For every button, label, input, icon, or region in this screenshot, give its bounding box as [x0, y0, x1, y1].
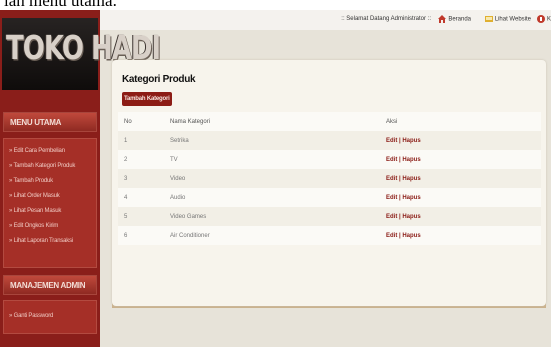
table-row: 5 Video Games Edit | Hapus — [118, 207, 541, 226]
cell-no: 1 — [124, 137, 128, 144]
edit-hapus-link[interactable]: Edit | Hapus — [380, 169, 541, 188]
cell-name: Video — [170, 175, 186, 182]
table-row: 1 Setrika Edit | Hapus — [118, 131, 541, 150]
website-icon — [484, 16, 493, 22]
cell-no: 3 — [124, 175, 128, 182]
content-panel: Kategori Produk Tambah Kategori No Nama … — [112, 60, 546, 306]
menu-item-edit-cara-pembelian[interactable]: » Edit Cara Pembelian — [4, 144, 96, 159]
admin-window: TOKO HADI MENU UTAMA » Edit Cara Pembeli… — [0, 10, 551, 347]
beranda-link[interactable]: Beranda — [438, 15, 471, 23]
menu-utama-list: » Edit Cara Pembelian » Tambah Kategori … — [3, 138, 97, 268]
add-category-button[interactable]: Tambah Kategori — [122, 92, 172, 106]
category-table: No Nama Kategori Aksi 1 Setrika Edit | H… — [118, 112, 541, 245]
table-row: 2 TV Edit | Hapus — [118, 150, 541, 169]
cell-name: TV — [170, 156, 178, 163]
menu-item-lihat-pesan-masuk[interactable]: » Lihat Pesan Masuk — [4, 204, 96, 219]
cell-name: Audio — [170, 194, 186, 201]
edit-hapus-link[interactable]: Edit | Hapus — [380, 207, 541, 226]
menu-item-lihat-laporan-transaksi[interactable]: » Lihat Laporan Transaksi — [4, 234, 96, 249]
edit-hapus-link[interactable]: Edit | Hapus — [380, 226, 541, 245]
menu-item-tambah-produk[interactable]: » Tambah Produk — [4, 174, 96, 189]
logout-icon — [536, 15, 545, 23]
table-row: 4 Audio Edit | Hapus — [118, 188, 541, 207]
manajemen-admin-header: MANAJEMEN ADMIN — [3, 275, 97, 295]
edit-hapus-link[interactable]: Edit | Hapus — [380, 150, 541, 169]
cell-name: Video Games — [170, 213, 207, 220]
logo[interactable]: TOKO HADI — [2, 18, 161, 90]
header-nama-kategori: Nama Kategori — [170, 118, 211, 125]
welcome-text: :: Selamat Datang Administrator :: — [341, 16, 431, 22]
top-bar: :: Selamat Datang Administrator :: Beran… — [100, 10, 551, 30]
menu-item-lihat-order-masuk[interactable]: » Lihat Order Masuk — [4, 189, 96, 204]
sidebar: TOKO HADI MENU UTAMA » Edit Cara Pembeli… — [0, 10, 161, 347]
keluar-label: K — [546, 16, 551, 23]
menu-item-edit-ongkos-kirim[interactable]: » Edit Ongkos Kirim — [4, 219, 96, 234]
header-no: No — [124, 118, 132, 125]
beranda-label: Beranda — [448, 16, 471, 23]
cell-name: Air Conditioner — [170, 232, 210, 239]
keluar-link[interactable]: K — [536, 15, 551, 23]
cell-no: 2 — [124, 156, 128, 163]
menu-item-tambah-kategori-produk[interactable]: » Tambah Kategori Produk — [4, 159, 96, 174]
menu-item-ganti-password[interactable]: » Ganti Password — [4, 309, 96, 324]
lihat-website-label: Lihat Website — [494, 16, 531, 23]
table-header-row: No Nama Kategori Aksi — [118, 112, 541, 131]
cell-no: 6 — [124, 232, 128, 239]
manajemen-admin-list: » Ganti Password — [3, 300, 97, 334]
menu-utama-header: MENU UTAMA — [3, 112, 97, 132]
home-icon — [438, 15, 447, 23]
edit-hapus-link[interactable]: Edit | Hapus — [380, 131, 541, 150]
table-row: 6 Air Conditioner Edit | Hapus — [118, 226, 541, 245]
page-title: Kategori Produk — [122, 74, 196, 85]
table-row: 3 Video Edit | Hapus — [118, 169, 541, 188]
header-aksi: Aksi — [386, 118, 398, 125]
edit-hapus-link[interactable]: Edit | Hapus — [380, 188, 541, 207]
cell-no: 5 — [124, 213, 128, 220]
cell-no: 4 — [124, 194, 128, 201]
cell-name: Setrika — [170, 137, 189, 144]
lihat-website-link[interactable]: Lihat Website — [484, 15, 531, 23]
